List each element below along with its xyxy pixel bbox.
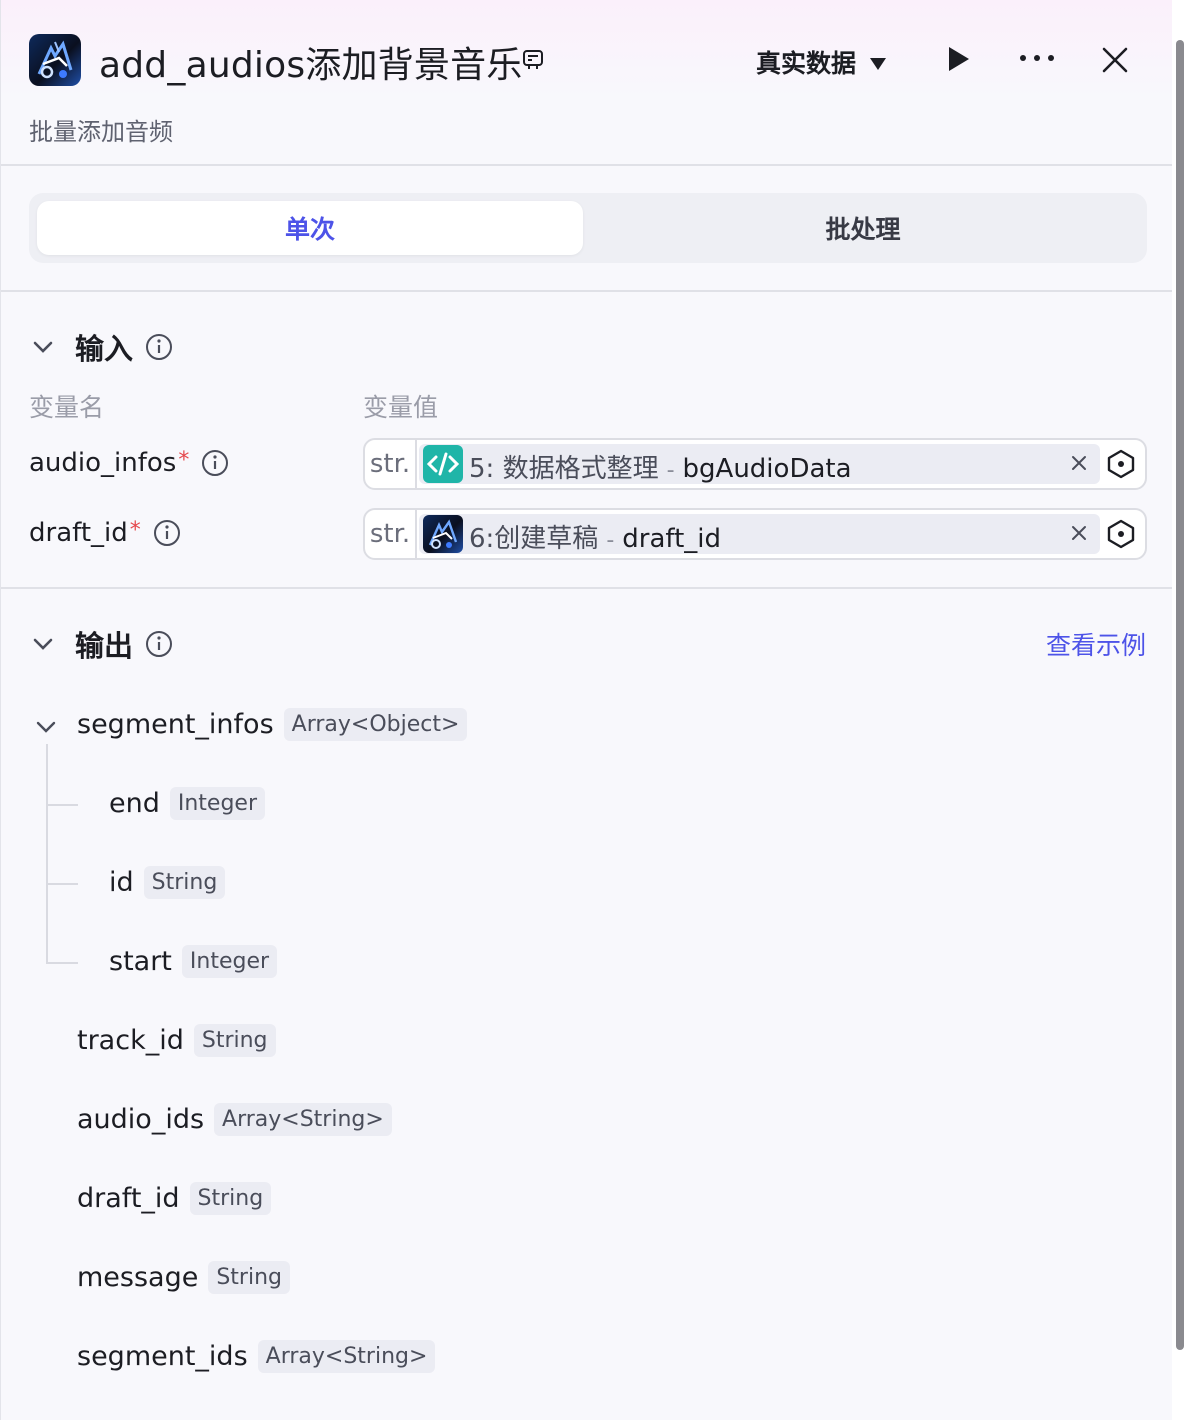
input-section-header[interactable]: 输入	[29, 326, 173, 368]
reference-text: 5: 数据格式整理 - bgAudioData	[469, 448, 852, 485]
type-tag: str.	[365, 440, 417, 488]
input-value-field[interactable]: str. 6:创建草稿 - draft_id	[363, 508, 1147, 560]
tree-line	[46, 804, 78, 806]
var-name-text: draft_id	[29, 518, 128, 548]
output-type-tag: Integer	[181, 945, 278, 978]
output-type-tag: Integer	[169, 787, 266, 820]
mode-tab-group: 单次 批处理	[29, 193, 1147, 263]
info-icon[interactable]	[145, 333, 173, 361]
column-label-value: 变量值	[363, 393, 439, 422]
variable-setting-icon[interactable]	[1105, 448, 1137, 480]
ref-node-name: 5: 数据格式整理	[469, 454, 659, 484]
output-section-title: 输出	[75, 629, 134, 663]
input-section-title: 输入	[75, 332, 134, 366]
ref-separator: -	[666, 458, 675, 483]
output-item: draft_id String	[77, 1182, 272, 1215]
output-name: audio_ids	[77, 1104, 205, 1135]
output-item: segment_infos Array<Object>	[77, 708, 468, 741]
output-name: segment_infos	[77, 709, 274, 740]
output-name: start	[109, 946, 172, 977]
output-type-tag: String	[208, 1261, 290, 1294]
caret-down-icon	[870, 58, 887, 70]
tab-batch[interactable]: 批处理	[587, 201, 1139, 255]
chevron-down-icon[interactable]	[29, 630, 57, 658]
ref-field-name: draft_id	[622, 524, 722, 554]
output-item: track_id String	[77, 1024, 276, 1057]
output-name: message	[77, 1262, 199, 1293]
code-node-icon	[423, 445, 463, 483]
ref-separator: -	[606, 528, 615, 553]
capcut-app-icon	[29, 34, 81, 86]
play-icon[interactable]	[945, 44, 973, 74]
data-mode-label: 真实数据	[756, 49, 857, 78]
tree-line	[46, 962, 78, 964]
panel-title: add_audios添加背景音乐	[99, 45, 523, 86]
panel-header: add_audios添加背景音乐 真实数据 批量添加音频	[1, 0, 1173, 166]
ref-field-name: bgAudioData	[682, 454, 852, 484]
clear-icon[interactable]	[1068, 452, 1090, 474]
reference-chip[interactable]: 5: 数据格式整理 - bgAudioData	[419, 444, 1100, 484]
output-name: segment_ids	[77, 1341, 248, 1372]
output-type-tag: String	[189, 1182, 272, 1215]
data-mode-dropdown[interactable]: 真实数据	[756, 44, 887, 80]
node-config-panel: add_audios添加背景音乐 真实数据 批量添加音频 单次 批处理 输入 变…	[0, 0, 1173, 1420]
tree-line	[46, 883, 78, 885]
output-section-header[interactable]: 输出	[29, 623, 173, 665]
chevron-down-icon[interactable]	[33, 714, 59, 740]
output-item: start Integer	[109, 945, 278, 978]
output-type-tag: Array<String>	[214, 1103, 392, 1136]
panel-subtitle: 批量添加音频	[29, 118, 173, 146]
output-item: message String	[77, 1261, 290, 1294]
info-icon[interactable]	[201, 449, 229, 477]
output-type-tag: Array<String>	[257, 1340, 436, 1373]
output-item: end Integer	[109, 787, 266, 820]
capcut-node-icon	[423, 515, 463, 553]
chevron-down-icon[interactable]	[29, 333, 57, 361]
input-var-name: audio_infos *	[29, 448, 229, 478]
ref-node-name: 6:创建草稿	[469, 524, 599, 554]
reference-text: 6:创建草稿 - draft_id	[469, 518, 721, 555]
output-item: audio_ids Array<String>	[77, 1103, 392, 1136]
output-item: id String	[109, 866, 226, 899]
output-name: id	[109, 867, 134, 898]
output-type-tag: Array<Object>	[283, 708, 468, 741]
tree-line	[46, 744, 48, 964]
required-mark: *	[129, 518, 141, 543]
input-value-field[interactable]: str. 5: 数据格式整理 - bgAudioData	[363, 438, 1147, 490]
output-name: track_id	[77, 1025, 184, 1056]
var-name-text: audio_infos	[29, 448, 177, 478]
reference-chip[interactable]: 6:创建草稿 - draft_id	[419, 514, 1100, 554]
input-var-name: draft_id *	[29, 518, 181, 548]
column-label-name: 变量名	[29, 393, 105, 422]
type-tag: str.	[365, 510, 417, 558]
info-icon[interactable]	[153, 519, 181, 547]
more-dots-icon[interactable]	[1017, 46, 1057, 70]
view-example-link[interactable]: 查看示例	[1046, 626, 1146, 662]
output-type-tag: String	[193, 1024, 276, 1057]
divider	[1, 290, 1173, 292]
scrollbar-thumb[interactable]	[1176, 40, 1184, 1350]
output-name: end	[109, 788, 160, 819]
output-item: segment_ids Array<String>	[77, 1340, 436, 1373]
divider	[1, 164, 1173, 166]
info-icon[interactable]	[145, 630, 173, 658]
close-icon[interactable]	[1099, 44, 1131, 76]
output-type-tag: String	[143, 866, 226, 899]
output-name: draft_id	[77, 1183, 180, 1214]
plugin-icon[interactable]	[521, 48, 545, 72]
clear-icon[interactable]	[1068, 522, 1090, 544]
required-mark: *	[178, 448, 190, 473]
divider	[1, 587, 1173, 589]
variable-setting-icon[interactable]	[1105, 518, 1137, 550]
tab-single[interactable]: 单次	[37, 201, 583, 255]
